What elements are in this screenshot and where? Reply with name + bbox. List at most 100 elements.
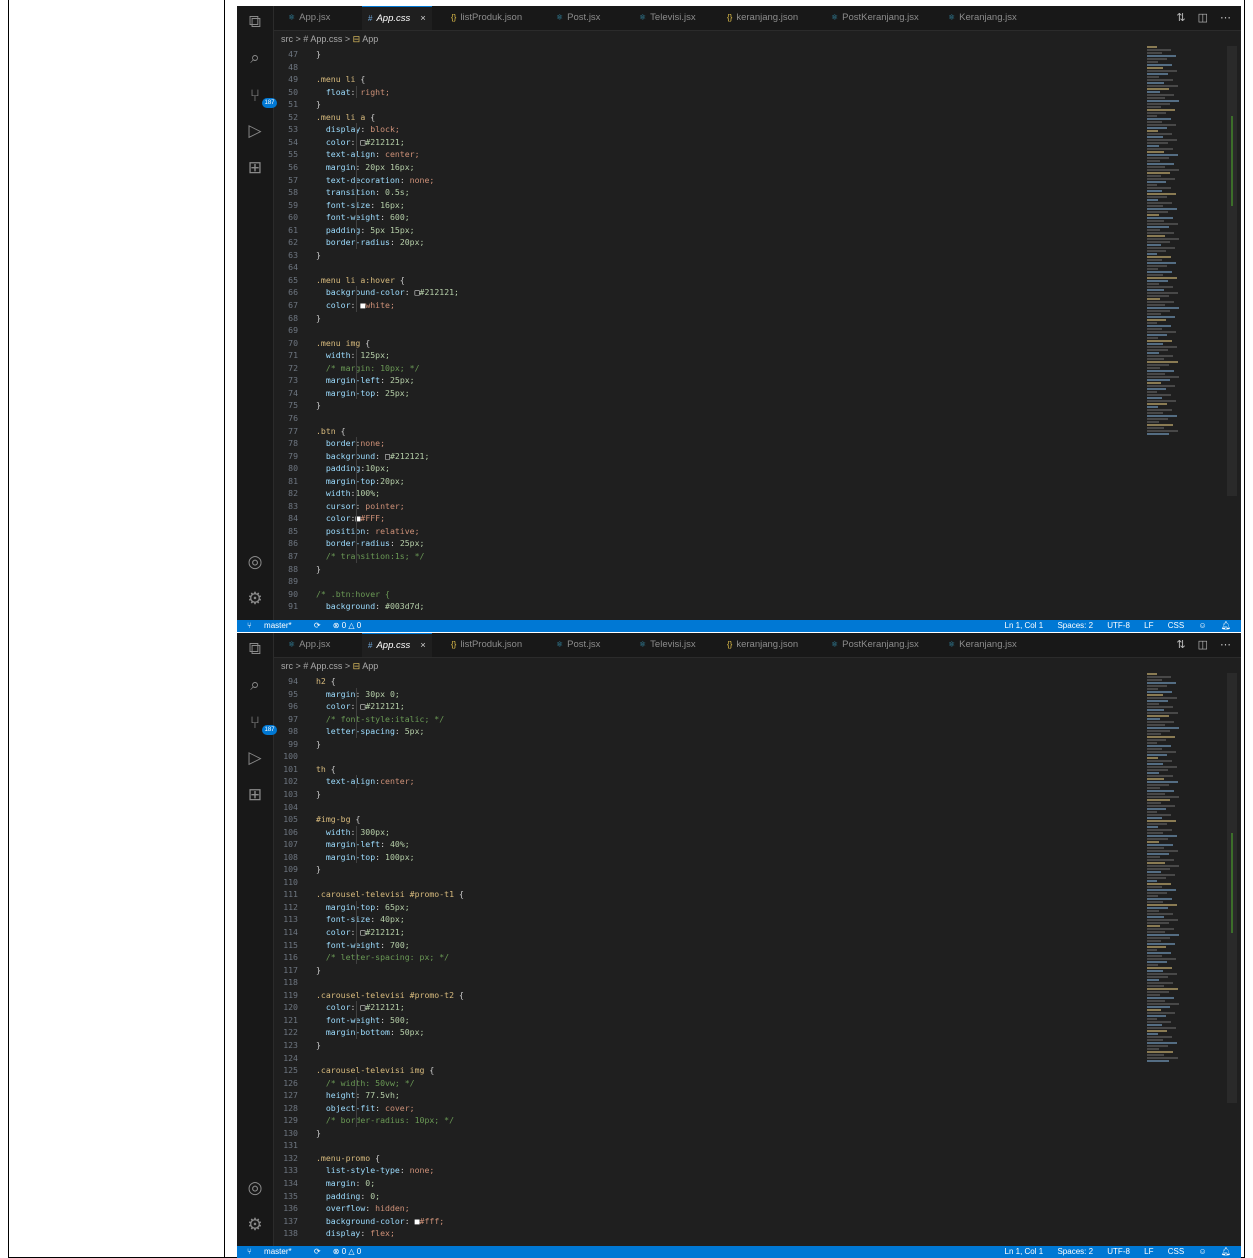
settings-gear-icon[interactable]: ⚙ — [245, 1215, 265, 1235]
run-debug-icon[interactable]: ▷ — [245, 748, 265, 768]
compare-icon[interactable]: ⇅ — [1176, 639, 1185, 651]
minimap-line — [1147, 295, 1169, 297]
line-number: 60 — [288, 212, 298, 223]
code-line: 47} — [274, 48, 1141, 60]
code-line: 130} — [274, 1127, 1141, 1139]
end-of-line[interactable]: LF — [1144, 621, 1153, 630]
line-text: width: 125px; — [316, 350, 390, 361]
notifications-bell-icon[interactable]: 🔔︎ — [1221, 1247, 1231, 1256]
extensions-icon[interactable]: ⊞ — [245, 785, 265, 805]
explorer-icon[interactable]: ⧉ — [245, 12, 265, 32]
minimap-line — [1147, 979, 1159, 981]
more-actions-icon[interactable]: ⋯ — [1220, 12, 1231, 24]
line-number: 51 — [288, 99, 298, 110]
breadcrumb-folder[interactable]: src — [281, 34, 293, 44]
tab-televisi-jsx[interactable]: ⚛ Televisi.jsx — [633, 633, 702, 657]
split-editor-icon[interactable]: ◫ — [1198, 639, 1208, 651]
file-encoding[interactable]: UTF-8 — [1107, 1247, 1130, 1256]
source-control-icon[interactable]: ⑂ 187 — [245, 713, 277, 735]
tab-keranjang-jsx[interactable]: ⚛ Keranjang.jsx — [942, 6, 1023, 30]
tab-keranjang-json[interactable]: {} keranjang.json — [721, 633, 804, 657]
explorer-icon[interactable]: ⧉ — [245, 639, 265, 659]
close-tab-icon[interactable]: × — [420, 640, 426, 651]
notifications-bell-icon[interactable]: 🔔︎ — [1221, 621, 1231, 630]
run-debug-icon[interactable]: ▷ — [245, 121, 265, 141]
minimap-line — [1147, 829, 1172, 831]
vertical-scrollbar[interactable] — [1227, 46, 1237, 496]
settings-gear-icon[interactable]: ⚙ — [245, 589, 265, 609]
tab-app-css[interactable]: # App.css × — [362, 633, 432, 657]
search-icon[interactable]: ⌕ — [245, 48, 265, 68]
feedback-icon[interactable]: ☺ — [1198, 621, 1206, 630]
line-number: 99 — [288, 738, 298, 749]
tab-listproduk-json[interactable]: {} listProduk.json — [445, 633, 528, 657]
minimap-line — [1147, 721, 1174, 723]
cursor-position[interactable]: Ln 1, Col 1 — [1005, 621, 1044, 630]
code-line: 69 — [274, 324, 1141, 336]
sync-icon[interactable]: ⟳ — [314, 621, 321, 630]
account-icon[interactable]: ◎ — [245, 1178, 265, 1198]
line-text: transition: 0.5s; — [316, 187, 410, 198]
line-text: text-decoration: none; — [316, 174, 435, 185]
line-text: .btn { — [316, 425, 346, 436]
code-editor[interactable]: 47} 48 49 .menu li {50 float: right; 51} 52 .m… — [274, 48, 1141, 618]
code-line: 67 color: ■white; — [274, 299, 1141, 311]
language-mode[interactable]: CSS — [1168, 621, 1184, 630]
breadcrumb-file[interactable]: App.css — [310, 661, 342, 671]
minimap-line — [1147, 799, 1170, 801]
feedback-icon[interactable]: ☺ — [1198, 1247, 1206, 1256]
file-encoding[interactable]: UTF-8 — [1107, 621, 1130, 630]
minimap-line — [1147, 745, 1171, 747]
tab-listproduk-json[interactable]: {} listProduk.json — [445, 6, 528, 30]
minimap[interactable] — [1147, 46, 1223, 436]
more-actions-icon[interactable]: ⋯ — [1220, 639, 1231, 651]
minimap-line — [1147, 106, 1161, 108]
split-editor-icon[interactable]: ◫ — [1198, 12, 1208, 24]
git-branch[interactable]: ⑂ master* — [247, 621, 302, 630]
end-of-line[interactable]: LF — [1144, 1247, 1153, 1256]
language-mode[interactable]: CSS — [1168, 1247, 1184, 1256]
tab-keranjang-json[interactable]: {} keranjang.json — [721, 6, 804, 30]
tab-post-jsx[interactable]: ⚛ Post.jsx — [550, 6, 606, 30]
breadcrumb-folder[interactable]: src — [281, 661, 293, 671]
minimap-line — [1147, 364, 1169, 366]
tab-postkeranjang-jsx[interactable]: ⚛ PostKeranjang.jsx — [825, 6, 925, 30]
minimap-line — [1147, 766, 1177, 768]
breadcrumb-file[interactable]: App.css — [310, 34, 342, 44]
line-text: color: □#212121; — [316, 701, 405, 712]
close-tab-icon[interactable]: × — [420, 13, 426, 24]
tab-post-jsx[interactable]: ⚛ Post.jsx — [550, 633, 606, 657]
sync-icon[interactable]: ⟳ — [314, 1247, 321, 1256]
editor-tab-bar: ⚛ Keranjang.jsx ⚛ PostKeranjang.jsx {} keranj… — [274, 6, 1241, 31]
indentation[interactable]: Spaces: 2 — [1057, 621, 1093, 630]
line-text: .menu li a:hover { — [316, 274, 405, 285]
minimap-line — [1147, 925, 1160, 927]
breadcrumb-symbol[interactable]: App — [362, 34, 378, 44]
line-number: 96 — [288, 701, 298, 712]
code-editor[interactable]: 94 h2 {95 margin: 30px 0; 96 color: □#2121… — [274, 675, 1141, 1244]
tab-app-jsx[interactable]: ⚛ App.jsx — [282, 633, 336, 657]
compare-icon[interactable]: ⇅ — [1176, 12, 1185, 24]
problems-counter[interactable]: ⊗ 0 △ 0 — [333, 1247, 361, 1256]
code-line: 118 — [274, 976, 1141, 988]
tab-app-jsx[interactable]: ⚛ App.jsx — [282, 6, 336, 30]
extensions-icon[interactable]: ⊞ — [245, 158, 265, 178]
problems-counter[interactable]: ⊗ 0 △ 0 — [333, 621, 361, 630]
breadcrumb-symbol[interactable]: App — [362, 661, 378, 671]
minimap[interactable] — [1147, 673, 1223, 1063]
tab-televisi-jsx[interactable]: ⚛ Televisi.jsx — [633, 6, 702, 30]
tab-postkeranjang-jsx[interactable]: ⚛ PostKeranjang.jsx — [825, 633, 925, 657]
minimap-line — [1147, 1009, 1161, 1011]
code-line: 137 background-color: ■#fff; — [274, 1215, 1141, 1227]
git-branch[interactable]: ⑂ master* — [247, 1247, 302, 1256]
search-icon[interactable]: ⌕ — [245, 675, 265, 695]
minimap-line — [1147, 811, 1157, 813]
indentation[interactable]: Spaces: 2 — [1057, 1247, 1093, 1256]
cursor-position[interactable]: Ln 1, Col 1 — [1005, 1247, 1044, 1256]
account-icon[interactable]: ◎ — [245, 552, 265, 572]
code-line: 123} — [274, 1039, 1141, 1051]
source-control-icon[interactable]: ⑂ 187 — [245, 86, 277, 108]
code-line: 106 width: 300px; — [274, 826, 1141, 838]
tab-keranjang-jsx[interactable]: ⚛ Keranjang.jsx — [942, 633, 1023, 657]
tab-app-css[interactable]: # App.css × — [362, 6, 432, 30]
